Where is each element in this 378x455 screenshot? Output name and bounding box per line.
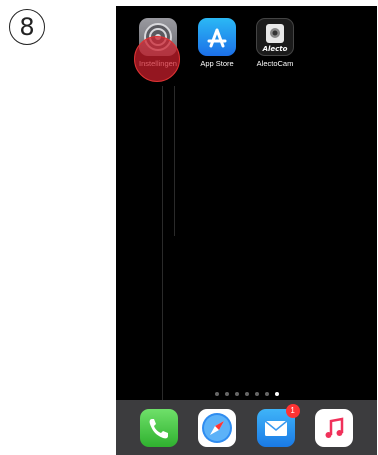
app-store-icon bbox=[198, 18, 236, 56]
page-dot[interactable] bbox=[214, 392, 219, 396]
mail-app[interactable]: 1 bbox=[256, 403, 300, 447]
app-label: App Store bbox=[200, 59, 234, 68]
music-note-icon bbox=[325, 417, 344, 438]
app-app-store[interactable]: App Store bbox=[197, 18, 237, 68]
phone-screen: Instellingen App Store Alecto AlectoCam bbox=[116, 6, 377, 455]
tap-indicator bbox=[134, 36, 180, 82]
music-app[interactable] bbox=[314, 408, 353, 447]
dock: 1 bbox=[116, 400, 377, 455]
alectocam-icon: Alecto bbox=[256, 18, 294, 56]
page-dot[interactable] bbox=[264, 392, 269, 396]
phone-icon bbox=[149, 418, 169, 438]
step-number-badge: 8 bbox=[9, 9, 45, 45]
app-alectocam[interactable]: Alecto AlectoCam bbox=[255, 18, 295, 68]
notification-badge: 1 bbox=[285, 403, 300, 418]
page-dot[interactable] bbox=[234, 392, 239, 396]
app-label: AlectoCam bbox=[256, 59, 294, 68]
page-dot[interactable] bbox=[224, 392, 229, 396]
page-dot[interactable] bbox=[254, 392, 259, 396]
guide-line bbox=[174, 86, 175, 236]
safari-app[interactable] bbox=[198, 408, 237, 447]
page-dot-active[interactable] bbox=[274, 392, 279, 396]
page-dot[interactable] bbox=[244, 392, 249, 396]
alecto-logo-text: Alecto bbox=[262, 45, 288, 53]
compass-icon bbox=[202, 412, 233, 443]
phone-app[interactable] bbox=[140, 408, 179, 447]
page-indicator[interactable] bbox=[116, 392, 377, 396]
